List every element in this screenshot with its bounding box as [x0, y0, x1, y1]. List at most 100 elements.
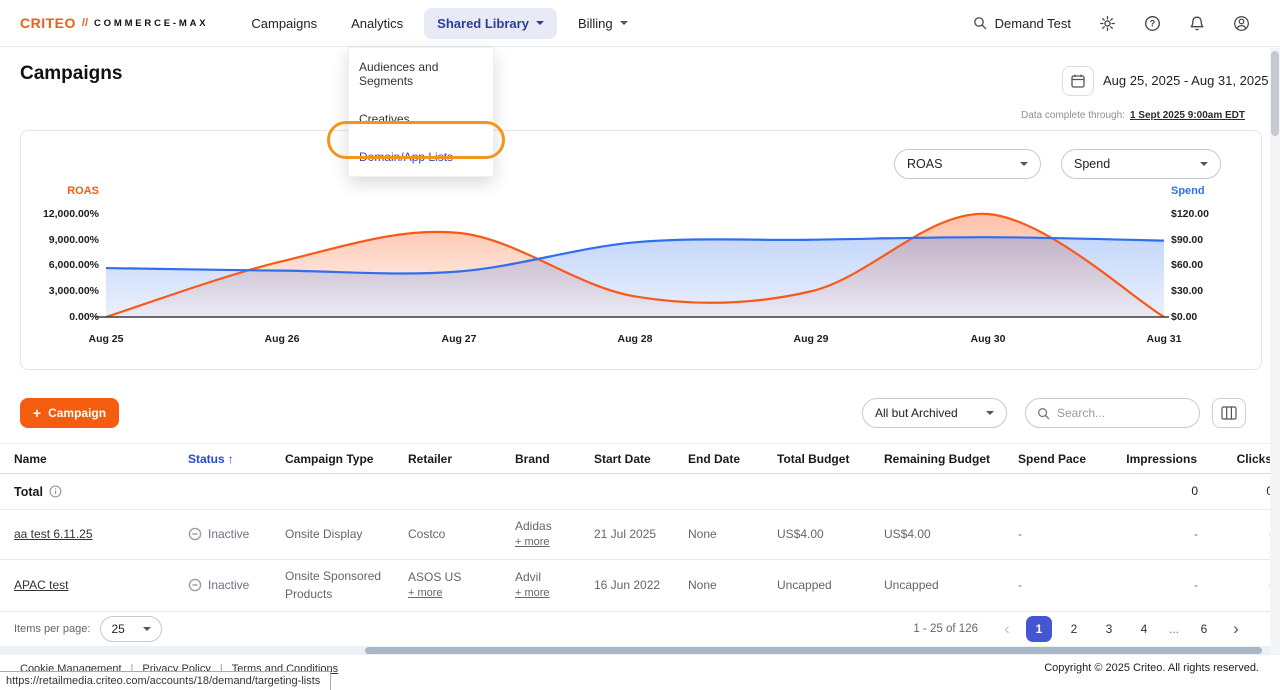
spend-pace-cell: - — [1018, 577, 1106, 594]
items-per-page-select[interactable]: 25 — [100, 616, 162, 642]
calendar-icon — [1070, 73, 1086, 89]
total-label-cell: Total — [0, 485, 188, 499]
retailer-name: Costco — [408, 527, 445, 541]
column-header-spend-pace[interactable]: Spend Pace — [1018, 452, 1106, 466]
account-button[interactable] — [1233, 15, 1250, 32]
retailer-name: ASOS US — [408, 570, 461, 584]
nav-item-analytics[interactable]: Analytics — [338, 8, 416, 39]
date-range-value[interactable]: Aug 25, 2025 - Aug 31, 2025 — [1103, 73, 1269, 88]
criteo-logo[interactable]: CRITEO // COMMERCE-MAX — [20, 15, 208, 31]
menu-item-creatives[interactable]: Creatives — [349, 100, 493, 138]
nav-item-billing[interactable]: Billing — [565, 8, 641, 39]
column-header-status[interactable]: Status — [188, 452, 285, 466]
chevron-down-icon — [620, 21, 628, 25]
account-switcher[interactable]: Demand Test — [973, 16, 1071, 31]
retailer-more-link[interactable]: + more — [408, 586, 507, 602]
gear-icon — [1099, 15, 1116, 32]
left-metric-select[interactable]: ROAS — [894, 149, 1041, 179]
nav-item-campaigns[interactable]: Campaigns — [238, 8, 330, 39]
brand-more-link[interactable]: + more — [515, 535, 586, 551]
nav-item-label: Billing — [578, 16, 613, 31]
column-header-impressions[interactable]: Impressions — [1106, 452, 1206, 466]
horizontal-scrollbar-thumb[interactable] — [365, 647, 1262, 654]
vertical-scrollbar[interactable] — [1270, 48, 1280, 654]
help-button[interactable]: ? — [1144, 15, 1161, 32]
column-header-start-date[interactable]: Start Date — [594, 452, 688, 466]
campaign-name-link[interactable]: aa test 6.11.25 — [14, 527, 93, 541]
chevron-down-icon — [986, 411, 994, 415]
y-axis-tick: $120.00 — [1171, 208, 1251, 220]
next-page-button[interactable] — [1226, 616, 1246, 642]
previous-page-button[interactable] — [997, 616, 1017, 642]
inactive-status-icon — [188, 578, 202, 592]
menu-item-domain-app-lists[interactable]: Domain/App Lists — [349, 138, 493, 176]
retailer-cell: ASOS US + more — [408, 569, 515, 602]
data-complete-timestamp[interactable]: 1 Sept 2025 9:00am EDT — [1130, 110, 1245, 121]
y-axis-tick: 9,000.00% — [29, 234, 99, 246]
campaign-type-cell: Onsite Display — [285, 526, 408, 543]
page-title: Campaigns — [20, 63, 122, 85]
impressions-cell: - — [1106, 577, 1206, 594]
start-date-cell: 16 Jun 2022 — [594, 577, 688, 594]
info-icon[interactable] — [49, 485, 62, 498]
brand-cell: Adidas + more — [515, 518, 594, 551]
brand-name: Adidas — [515, 519, 552, 533]
primary-nav: Campaigns Analytics Shared Library Billi… — [238, 8, 640, 39]
bell-icon — [1189, 15, 1205, 32]
svg-text:?: ? — [1150, 18, 1155, 28]
copyright-text: Copyright © 2025 Criteo. All rights rese… — [1044, 662, 1259, 674]
start-date-cell: 21 Jul 2025 — [594, 526, 688, 543]
column-header-end-date[interactable]: End Date — [688, 452, 777, 466]
pagination-controls: 1 - 25 of 126 1 2 3 4 ... 6 — [913, 616, 1246, 642]
pagination-range: 1 - 25 of 126 — [913, 623, 978, 635]
left-axis-title: ROAS — [29, 185, 99, 197]
retailer-cell: Costco — [408, 526, 515, 543]
new-campaign-button[interactable]: + Campaign — [20, 398, 119, 428]
settings-button[interactable] — [1099, 15, 1116, 32]
notifications-button[interactable] — [1189, 15, 1205, 32]
total-impressions: 0 — [1106, 483, 1206, 500]
page-button-1[interactable]: 1 — [1026, 616, 1052, 642]
horizontal-scrollbar[interactable] — [0, 646, 1280, 655]
table-row: aa test 6.11.25 Inactive Onsite Display … — [0, 510, 1280, 560]
menu-item-audiences-and-segments[interactable]: Audiences and Segments — [349, 48, 493, 100]
help-icon: ? — [1144, 15, 1161, 32]
column-header-clicks[interactable]: Clicks — [1206, 452, 1280, 466]
chevron-down-icon — [1200, 162, 1208, 166]
total-label: Total — [14, 485, 43, 499]
y-axis-tick: 0.00% — [29, 311, 99, 323]
page-button-4[interactable]: 4 — [1131, 616, 1157, 642]
right-metric-select[interactable]: Spend — [1061, 149, 1221, 179]
status-filter-select[interactable]: All but Archived — [862, 398, 1007, 428]
column-header-campaign-type[interactable]: Campaign Type — [285, 452, 408, 466]
brand-cell: Advil + more — [515, 569, 594, 602]
app-window: CRITEO // COMMERCE-MAX Campaigns Analyti… — [0, 0, 1280, 690]
pagination-bar: Items per page: 25 1 - 25 of 126 1 2 3 4… — [0, 611, 1280, 646]
column-header-remaining-budget[interactable]: Remaining Budget — [884, 452, 1018, 466]
column-header-total-budget[interactable]: Total Budget — [777, 452, 884, 466]
data-complete-label: Data complete through: — [1021, 110, 1125, 121]
browser-status-bar: https://retailmedia.criteo.com/accounts/… — [0, 671, 331, 690]
nav-item-shared-library[interactable]: Shared Library — [424, 8, 557, 39]
page-button-3[interactable]: 3 — [1096, 616, 1122, 642]
items-per-page-label: Items per page: — [14, 623, 90, 635]
column-settings-button[interactable] — [1212, 398, 1246, 428]
vertical-scrollbar-thumb[interactable] — [1271, 51, 1279, 136]
chevron-down-icon — [143, 627, 151, 631]
search-icon — [1037, 407, 1050, 420]
campaigns-table: Name Status Campaign Type Retailer Brand… — [0, 443, 1280, 612]
items-per-page-value: 25 — [111, 622, 124, 636]
date-picker-button[interactable] — [1062, 66, 1094, 96]
page-button-2[interactable]: 2 — [1061, 616, 1087, 642]
brand-more-link[interactable]: + more — [515, 586, 586, 602]
x-axis-tick: Aug 25 — [71, 333, 141, 345]
campaign-name-link[interactable]: APAC test — [14, 578, 68, 592]
column-header-brand[interactable]: Brand — [515, 452, 594, 466]
page-button-6[interactable]: 6 — [1191, 616, 1217, 642]
column-header-name[interactable]: Name — [0, 452, 188, 466]
spend-pace-cell: - — [1018, 526, 1106, 543]
x-axis-tick: Aug 30 — [953, 333, 1023, 345]
column-header-retailer[interactable]: Retailer — [408, 452, 515, 466]
search-input[interactable] — [1057, 406, 1177, 420]
total-budget-cell: US$4.00 — [777, 526, 884, 543]
